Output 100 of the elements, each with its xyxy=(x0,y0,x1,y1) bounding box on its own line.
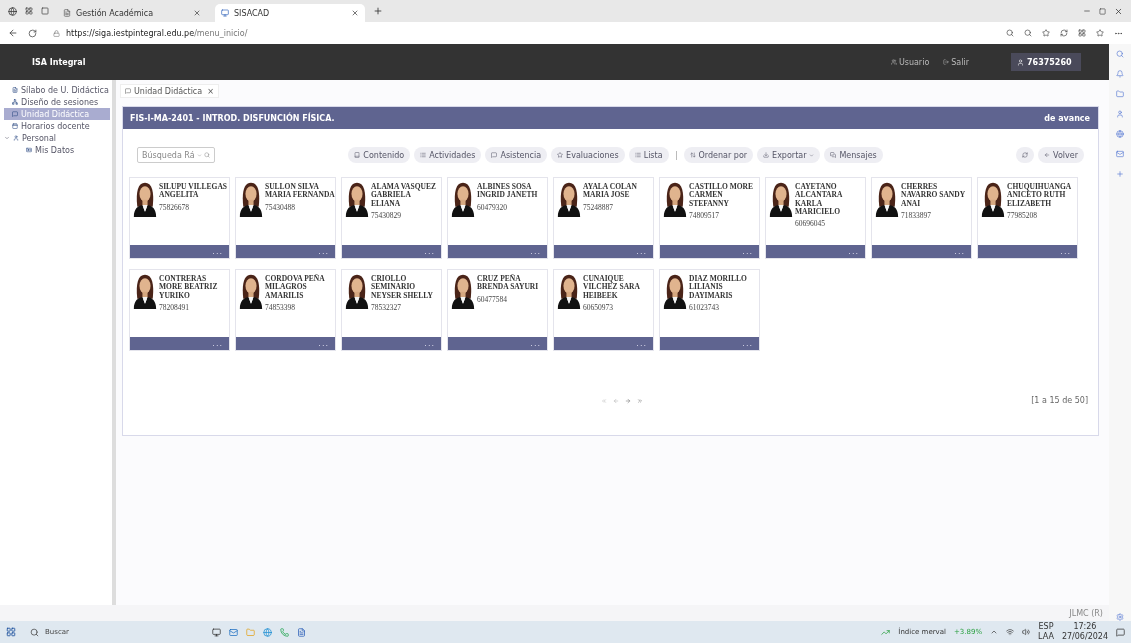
page-tab[interactable]: Unidad Didáctica × xyxy=(120,84,219,98)
folder-icon xyxy=(1116,90,1124,98)
mail-icon xyxy=(229,627,238,637)
wifi-icon xyxy=(1006,628,1015,636)
new-tab-icon xyxy=(373,6,383,16)
user-icon xyxy=(1017,58,1024,66)
download-icon xyxy=(763,152,770,158)
course-title: FIS-I-MA-2401 - INTROD. DISFUNCIÓN FÍSICA. xyxy=(130,113,335,123)
footer-text: JLMC (R) xyxy=(1069,608,1103,618)
chat-bubble-icon xyxy=(125,88,131,94)
messages-icon xyxy=(830,152,837,158)
maximize-icon xyxy=(1099,7,1106,15)
avatar-silhouette-drawing xyxy=(239,273,263,309)
more-options[interactable]: ... xyxy=(424,247,435,256)
more-options[interactable]: ... xyxy=(530,247,541,256)
back-button[interactable]: Volver xyxy=(1038,147,1084,163)
user-icon xyxy=(1116,110,1124,118)
toolbar-button[interactable]: Ordenar por xyxy=(683,147,754,163)
header-link[interactable]: Usuario xyxy=(890,57,930,67)
refresh-icon xyxy=(1022,152,1029,158)
more-options[interactable]: ... xyxy=(742,339,753,348)
more-options[interactable]: ... xyxy=(318,247,329,256)
reload-icon xyxy=(28,28,37,38)
sidebar-item[interactable]: Mis Datos xyxy=(4,144,110,156)
avatar-silhouette-drawing xyxy=(133,181,157,217)
toolbar-button[interactable]: Mensajes xyxy=(824,147,883,163)
back-icon xyxy=(8,28,18,38)
avatar-silhouette-drawing xyxy=(345,181,369,217)
globe-icon xyxy=(1116,130,1124,138)
toolbar-button[interactable]: Evaluaciones xyxy=(551,147,625,163)
document-icon xyxy=(297,627,306,637)
user-button[interactable]: 76375260 xyxy=(1011,53,1081,71)
toolbar-button[interactable]: Asistencia xyxy=(485,147,548,163)
more-options[interactable]: ... xyxy=(318,339,329,348)
chevron-up-icon xyxy=(990,628,999,636)
document-icon xyxy=(12,87,18,93)
avatar-silhouette-drawing xyxy=(875,181,899,217)
search-icon xyxy=(1116,50,1124,58)
phone-icon xyxy=(280,627,289,637)
mail-icon xyxy=(1116,150,1124,158)
plus-icon xyxy=(1116,170,1124,178)
browser-profile-icon xyxy=(8,6,17,16)
sort-icon xyxy=(689,152,696,158)
avatar-silhouette-drawing xyxy=(663,181,687,217)
windows-icon xyxy=(6,627,16,637)
network-icon xyxy=(12,99,18,105)
more-options[interactable]: ... xyxy=(212,247,223,256)
more-options[interactable]: ... xyxy=(636,339,647,348)
more-options[interactable]: ... xyxy=(1060,247,1071,256)
chat-bubble-icon xyxy=(491,152,498,158)
clock-date: 27/06/2024 xyxy=(1061,632,1108,642)
search-icon xyxy=(204,152,210,158)
previous-icon xyxy=(613,397,620,404)
document-icon xyxy=(63,9,71,17)
users-icon xyxy=(890,59,897,65)
toolbar-button[interactable]: Contenido xyxy=(348,147,411,163)
avatar-silhouette-drawing xyxy=(451,181,475,217)
user-icon xyxy=(13,135,19,141)
more-options[interactable]: ... xyxy=(742,247,753,256)
more-options[interactable]: ... xyxy=(530,339,541,348)
favorites-icon xyxy=(1096,29,1104,37)
toolbar-button[interactable]: Actividades xyxy=(414,147,482,163)
more-options[interactable]: ... xyxy=(848,247,859,256)
next-icon xyxy=(625,397,632,404)
avatar-silhouette-drawing xyxy=(345,273,369,309)
refresh-button[interactable] xyxy=(1016,147,1035,163)
header-link[interactable]: Salir xyxy=(943,57,969,67)
sidebar-item[interactable]: Horarios docente xyxy=(4,120,110,132)
more-options[interactable]: ... xyxy=(636,247,647,256)
search-field[interactable]: Búsqueda Rá xyxy=(137,147,215,163)
id-card-icon xyxy=(26,147,32,153)
avatar-silhouette-drawing xyxy=(133,273,157,309)
clock-time: 17:26 xyxy=(1073,622,1097,632)
app-brand: ISA Integral xyxy=(32,57,87,67)
sidebar-item[interactable]: Personal xyxy=(4,132,110,144)
notification-icon xyxy=(1116,627,1125,637)
avatar-silhouette-drawing xyxy=(981,181,1005,217)
minimize-icon xyxy=(1083,7,1091,15)
arrow-left-icon xyxy=(1044,152,1051,158)
sidebar-item[interactable]: Diseño de sesiones xyxy=(4,96,110,108)
browser-tab[interactable]: SISACAD xyxy=(215,4,365,22)
close-icon xyxy=(1114,6,1123,16)
more-options[interactable]: ... xyxy=(424,339,435,348)
caret-icon xyxy=(809,152,815,158)
browser-tab[interactable]: Gestión Académica xyxy=(57,4,207,22)
search-icon xyxy=(30,627,39,637)
first-page-icon xyxy=(601,397,608,404)
avatar-silhouette-drawing xyxy=(451,273,475,309)
list-icon xyxy=(634,152,641,158)
more-options[interactable]: ... xyxy=(954,247,965,256)
last-page-icon xyxy=(637,397,644,404)
globe-icon xyxy=(263,627,272,637)
language-label: ESP xyxy=(1038,622,1054,632)
folder-icon xyxy=(246,627,255,637)
sidebar-item[interactable]: Sílabo de U. Didáctica xyxy=(4,84,110,96)
toolbar-button[interactable]: Lista xyxy=(628,147,669,163)
toolbar-button[interactable]: Exportar xyxy=(757,147,821,163)
lock-icon xyxy=(53,29,60,37)
more-options[interactable]: ... xyxy=(212,339,223,348)
task-view-icon xyxy=(212,627,221,637)
